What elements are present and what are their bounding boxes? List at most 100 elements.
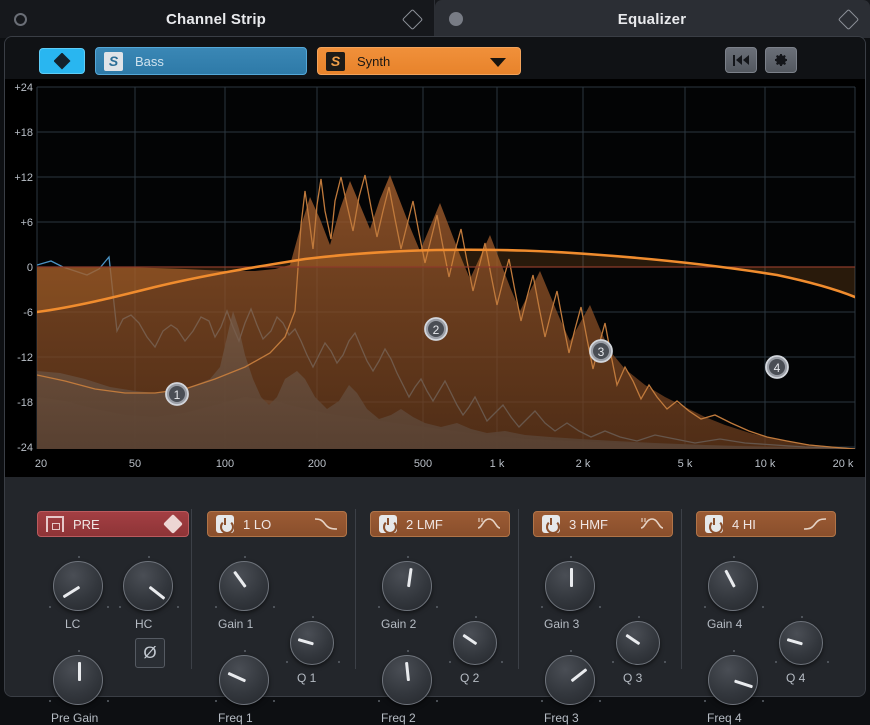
- pre-gain-knob-unit: Pre Gain: [49, 650, 109, 725]
- highpass-filter-icon[interactable]: [46, 516, 64, 532]
- gain-2-knob-unit: Gain 2: [378, 556, 438, 631]
- band-marker-4[interactable]: 4: [765, 355, 789, 379]
- reset-button[interactable]: [725, 47, 757, 73]
- band-marker-3-label: 3: [598, 345, 605, 359]
- ab-compare-button[interactable]: [39, 48, 85, 74]
- freq-2-knob-label: Freq 2: [381, 711, 416, 725]
- q-3-knob-label: Q 3: [623, 671, 643, 685]
- x-tick-5: 1 k: [490, 458, 505, 470]
- band-marker-1-label: 1: [174, 388, 181, 402]
- band-marker-3[interactable]: 3: [589, 339, 613, 363]
- tab-equalizer[interactable]: Equalizer: [435, 0, 870, 38]
- power-icon[interactable]: [705, 515, 723, 534]
- freq-2-knob[interactable]: [378, 650, 438, 705]
- band-header-4[interactable]: 4 HI: [696, 511, 836, 537]
- band-marker-1[interactable]: 1: [165, 382, 189, 406]
- y-tick-0: +24: [14, 82, 33, 94]
- gain-4-knob[interactable]: [704, 556, 764, 611]
- band-marker-2[interactable]: 2: [424, 317, 448, 341]
- freq-3-knob-label: Freq 3: [544, 711, 579, 725]
- band-header-pre[interactable]: PRE: [37, 511, 189, 537]
- band-divider: [518, 509, 519, 669]
- band-4-label: 4 HI: [732, 516, 756, 532]
- x-tick-3: 200: [308, 458, 326, 470]
- power-icon[interactable]: [379, 515, 397, 534]
- q-4-knob[interactable]: [775, 616, 829, 665]
- graph-canvas[interactable]: 1 2 3 4 +24 +18 +12 +6 0 -6 -12 -18 -24 …: [5, 79, 865, 477]
- tab-channel-strip-label: Channel Strip: [165, 10, 267, 28]
- tab-channel-strip[interactable]: Channel Strip: [0, 0, 435, 38]
- q-1-knob-unit: Q 1: [286, 616, 340, 685]
- x-tick-8: 10 k: [755, 458, 776, 470]
- band-column-4: 4 HI Gain 4 Freq 4 Q 4: [681, 477, 865, 725]
- gain-1-knob[interactable]: [215, 556, 275, 611]
- frequency-response-graph[interactable]: 1 2 3 4 +24 +18 +12 +6 0 -6 -12 -18 -24 …: [5, 79, 865, 477]
- preset-slot-bass[interactable]: S Bass: [95, 47, 307, 75]
- y-tick-8: -24: [17, 442, 33, 454]
- q-2-knob-unit: Q 2: [449, 616, 503, 685]
- freq-1-knob-label: Freq 1: [218, 711, 253, 725]
- preset-slot-synth[interactable]: S Synth: [317, 47, 521, 75]
- lc-knob[interactable]: [49, 556, 109, 611]
- q-3-knob[interactable]: [612, 616, 666, 665]
- freq-2-knob-unit: Freq 2: [378, 650, 438, 725]
- diamond-icon[interactable]: [401, 8, 424, 30]
- bell-curve-icon[interactable]: [640, 516, 664, 532]
- band-header-2[interactable]: 2 LMF: [370, 511, 510, 537]
- gear-icon: [775, 54, 787, 66]
- q-2-knob[interactable]: [449, 616, 503, 665]
- y-tick-6: -12: [17, 352, 33, 364]
- freq-4-knob[interactable]: [704, 650, 764, 705]
- tab-equalizer-label: Equalizer: [617, 10, 687, 28]
- gain-2-knob[interactable]: [378, 556, 438, 611]
- x-tick-1: 50: [129, 458, 141, 470]
- x-tick-9: 20 k: [833, 458, 854, 470]
- band-column-1: 1 LO Gain 1 Freq 1 Q 1: [191, 477, 355, 725]
- power-icon[interactable]: [542, 515, 560, 534]
- hc-knob[interactable]: [119, 556, 179, 611]
- hc-knob-unit: HC: [119, 556, 179, 631]
- band-header-3[interactable]: 3 HMF: [533, 511, 673, 537]
- power-ring-icon[interactable]: [14, 12, 27, 26]
- band-divider: [355, 509, 356, 669]
- power-icon[interactable]: [216, 515, 234, 534]
- tab-bar: Channel Strip Equalizer: [0, 0, 870, 38]
- pre-gain-knob-label: Pre Gain: [51, 711, 99, 725]
- lc-knob-label: LC: [65, 617, 81, 631]
- y-tick-1: +18: [14, 127, 33, 139]
- diamond-icon[interactable]: [837, 8, 860, 30]
- chevron-down-icon[interactable]: [490, 58, 506, 67]
- band-header-1[interactable]: 1 LO: [207, 511, 347, 537]
- y-tick-7: -18: [17, 397, 33, 409]
- freq-1-knob[interactable]: [215, 650, 275, 705]
- gain-1-knob-unit: Gain 1: [215, 556, 275, 631]
- freq-3-knob-unit: Freq 3: [541, 650, 601, 725]
- band-2-label: 2 LMF: [406, 516, 443, 532]
- preset-synth-label: Synth: [357, 53, 391, 69]
- gain-3-knob[interactable]: [541, 556, 601, 611]
- phase-invert-label: Ø: [143, 643, 157, 662]
- y-tick-2: +12: [14, 172, 33, 184]
- dot-icon[interactable]: [449, 12, 463, 26]
- x-tick-6: 2 k: [576, 458, 591, 470]
- q-1-knob[interactable]: [286, 616, 340, 665]
- low-shelf-curve-icon[interactable]: [314, 516, 338, 532]
- diamond-icon[interactable]: [163, 514, 183, 534]
- gain-1-knob-label: Gain 1: [218, 617, 254, 631]
- band-column-3: 3 HMF Gain 3 Freq 3 Q 3: [518, 477, 681, 725]
- settings-button[interactable]: [765, 47, 797, 73]
- q-4-knob-unit: Q 4: [775, 616, 829, 685]
- band-divider: [681, 509, 682, 669]
- freq-3-knob[interactable]: [541, 650, 601, 705]
- pre-gain-knob[interactable]: [49, 650, 109, 705]
- gain-2-knob-label: Gain 2: [381, 617, 417, 631]
- phase-invert-button[interactable]: Ø: [135, 638, 165, 668]
- x-tick-7: 5 k: [678, 458, 693, 470]
- gain-4-knob-label: Gain 4: [707, 617, 743, 631]
- gain-4-knob-unit: Gain 4: [704, 556, 764, 631]
- band-control-strip: PRE LC HC Ø Pre Gain 1 LO Gain 1 Freq 1 …: [5, 477, 865, 725]
- y-tick-4: 0: [27, 262, 33, 274]
- high-shelf-curve-icon[interactable]: [803, 516, 827, 532]
- bell-curve-icon[interactable]: [477, 516, 501, 532]
- preset-bass-label: Bass: [135, 53, 164, 69]
